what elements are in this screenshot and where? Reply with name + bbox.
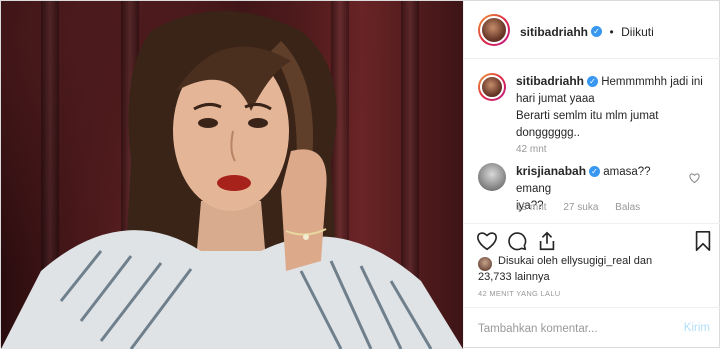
comment-bubble-icon[interactable] — [506, 230, 528, 252]
post-timestamp: 42 MENIT YANG LALU — [478, 289, 561, 298]
verified-badge-icon: ✓ — [587, 76, 599, 88]
comment-input[interactable] — [478, 319, 668, 339]
reply-button[interactable]: Balas — [615, 202, 640, 213]
small-heart-icon[interactable] — [689, 173, 700, 186]
portrait-illustration — [1, 11, 463, 349]
comment-likes[interactable]: 27 suka — [563, 202, 598, 213]
author-username[interactable]: sitibadriahh — [520, 25, 588, 39]
comment-username[interactable]: krisjianabah — [516, 164, 586, 178]
caption-avatar[interactable] — [478, 73, 506, 101]
caption-line-2: hari jumat yaaa — [516, 93, 595, 105]
post-header: sitibadriahh ✓ • Diikuti — [464, 1, 720, 59]
follow-status-button[interactable]: Diikuti — [621, 25, 654, 39]
likes-line-2: 23,733 lainnya — [478, 271, 550, 283]
likes-line-1: Disukai oleh ellysugigi_real dan — [498, 255, 653, 267]
post-photo[interactable] — [1, 1, 463, 349]
caption-time: 42 mnt — [516, 144, 547, 155]
verified-badge-icon: ✓ — [591, 26, 603, 38]
caption-line-4: dongggggg.. — [516, 127, 580, 139]
caption-line-1: Hemmmmhh jadi ini — [601, 76, 703, 88]
share-icon[interactable] — [536, 230, 558, 252]
bookmark-icon[interactable] — [692, 230, 714, 252]
instagram-post: sitibadriahh ✓ • Diikuti sitibadriahh ✓ He… — [0, 0, 720, 349]
caption-text: sitibadriahh ✓ Hemmmmhh jadi ini hari jum… — [516, 73, 716, 142]
post-comment-button[interactable]: Kirim — [684, 322, 710, 334]
comments-section: sitibadriahh ✓ Hemmmmhh jadi ini hari jum… — [464, 59, 720, 221]
verified-badge-icon: ✓ — [589, 166, 601, 178]
commenter-avatar[interactable] — [478, 163, 506, 191]
heart-icon[interactable] — [476, 230, 498, 252]
likes-summary[interactable]: Disukai oleh ellysugigi_real dan 23,733 … — [478, 253, 718, 285]
caption-username[interactable]: sitibadriahh — [516, 74, 584, 88]
comment-time: 18 mnt — [516, 202, 547, 213]
author-avatar[interactable] — [478, 14, 510, 46]
add-comment-bar: Kirim — [464, 307, 720, 349]
post-side-panel: sitibadriahh ✓ • Diikuti sitibadriahh ✓ He… — [463, 1, 720, 349]
comment-meta: 18 mnt 27 suka Balas — [516, 202, 654, 213]
caption-meta: 42 mnt — [516, 144, 561, 155]
caption-line-3: Berarti semlm itu mlm jumat — [516, 110, 659, 122]
action-bar — [464, 223, 720, 253]
header-separator: • — [609, 25, 614, 39]
